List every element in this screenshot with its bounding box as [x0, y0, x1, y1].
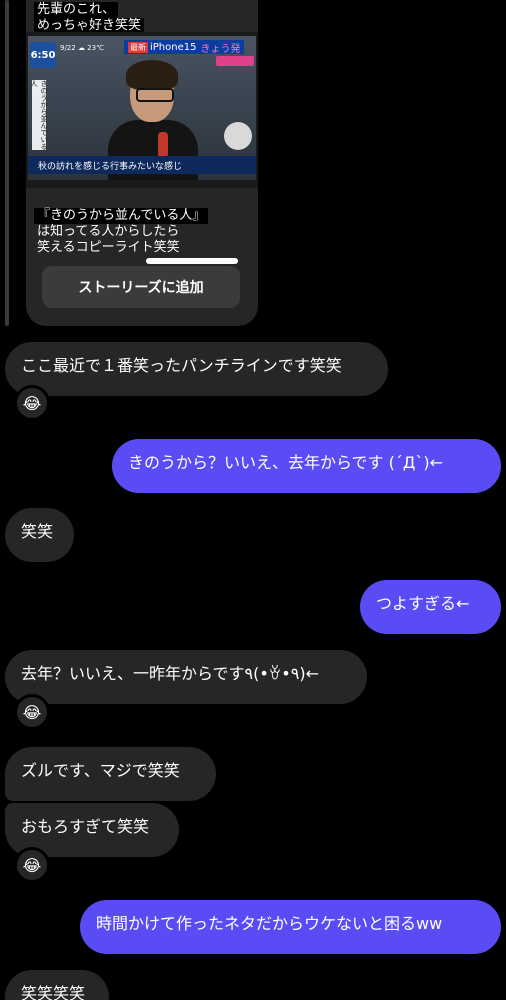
laugh-reaction-icon[interactable]: 😂 — [14, 847, 50, 883]
tv-headline-tag: 最新 — [128, 41, 148, 53]
story-caption-line: 『きのうから並んでいる人』 — [34, 208, 209, 224]
tv-subtitle: 秋の訪れを感じる行事みたいな感じ — [28, 156, 256, 174]
person-hair — [126, 60, 178, 90]
tv-headline-pink: きょう発 — [200, 43, 241, 55]
caption-underline — [146, 258, 238, 264]
tv-headline-text: iPhone15 — [150, 41, 197, 53]
story-caption-bottom: 『きのうから並んでいる人』 は知ってる人からしたら 笑えるコピーライト笑笑 — [34, 208, 209, 256]
received-message[interactable]: ここ最近で１番笑ったパンチラインです笑笑 — [5, 342, 388, 396]
sent-message[interactable]: きのうから？いいえ、去年からです (´Д`)← — [112, 439, 501, 493]
laugh-reaction-icon[interactable]: 😂 — [14, 385, 50, 421]
received-message[interactable]: ズルです、マジで笑笑 — [5, 747, 216, 801]
story-caption-top: 先輩のこれ、 めっちゃ好き笑笑 — [34, 2, 145, 34]
shared-story-card[interactable]: 先輩のこれ、 めっちゃ好き笑笑 6:50 9/22 ☁ 23℃ 最新 iPhon… — [26, 0, 258, 326]
add-to-story-button[interactable]: ストーリーズに追加 — [42, 266, 240, 308]
tv-weather: 9/22 ☁ 23℃ — [60, 44, 104, 52]
tv-screen: 6:50 9/22 ☁ 23℃ 最新 iPhone15 きょう発 きのうから並ん… — [28, 36, 256, 180]
story-photo: 6:50 9/22 ☁ 23℃ 最新 iPhone15 きょう発 きのうから並ん… — [26, 32, 258, 188]
microphone-icon — [158, 132, 168, 158]
laugh-reaction-icon[interactable]: 😂 — [14, 694, 50, 730]
sent-message[interactable]: 時間かけて作ったネタだからウケないと困るww — [80, 900, 501, 954]
tv-side-label: きのうから並んでいる人 — [30, 80, 48, 150]
tv-badge — [216, 56, 254, 66]
story-caption-line: は知ってる人からしたら — [37, 224, 180, 239]
story-caption-line: 先輩のこれ、 — [34, 2, 119, 18]
reply-indicator-bar — [5, 0, 9, 326]
received-message[interactable]: 笑笑笑笑 — [5, 970, 109, 1000]
tv-clock: 6:50 — [30, 42, 56, 68]
tv-headline: 最新 iPhone15 きょう発 — [124, 40, 245, 55]
received-message[interactable]: 去年？いいえ、一昨年からです٩(•ꈊ•٩)← — [5, 650, 367, 704]
story-caption-line: 笑えるコピーライト笑笑 — [37, 240, 180, 255]
chat-screen: 先輩のこれ、 めっちゃ好き笑笑 6:50 9/22 ☁ 23℃ 最新 iPhon… — [0, 0, 506, 1000]
received-message[interactable]: 笑笑 — [5, 508, 74, 562]
sent-message[interactable]: つよすぎる← — [360, 580, 501, 634]
tv-inset-avatar — [224, 122, 252, 150]
person-glasses — [136, 88, 174, 102]
